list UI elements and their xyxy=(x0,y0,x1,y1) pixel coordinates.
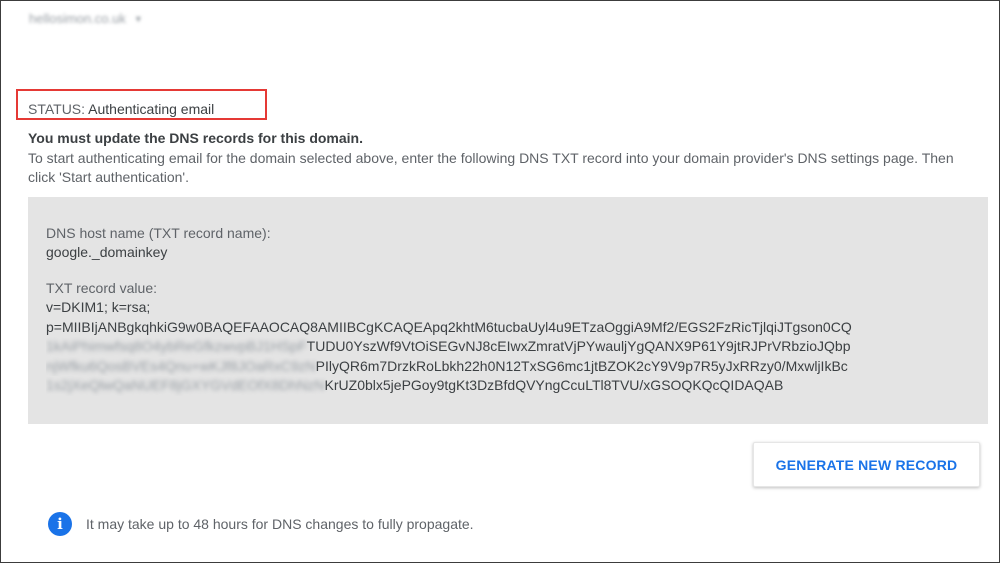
key-segment: TUDU0YszWf9VtOiSEGvNJ8cEIwxZmratVjPYwaul… xyxy=(306,338,851,354)
host-name-label: DNS host name (TXT record name): xyxy=(46,225,271,241)
status-value: Authenticating email xyxy=(88,101,215,117)
txt-record-label: TXT record value: xyxy=(46,280,158,296)
txt-record-value: v=DKIM1; k=rsa; p=MIIBIjANBgkqhkiG9w0BAQ… xyxy=(46,298,976,396)
host-name-value: google._domainkey xyxy=(46,244,168,260)
txt-line-4: njWfku6QosBVEs4Qnu+wKJf8JOaRxC9zNPIlyQR6… xyxy=(46,357,976,377)
redacted-key-segment: 1s2jXeQlwQaNUEF8jGXYGVdEOfX8DhNzN xyxy=(46,377,325,393)
status-line: STATUS: Authenticating email xyxy=(28,101,214,117)
propagation-info: i It may take up to 48 hours for DNS cha… xyxy=(48,512,474,536)
dkim-settings-panel: hellosimon.co.uk ▼ STATUS: Authenticatin… xyxy=(0,0,1000,563)
txt-line-2: p=MIIBIjANBgkqhkiG9w0BAQEFAAOCAQ8AMIIBCg… xyxy=(46,318,852,335)
txt-line-3: 1kAiPhimwfsq8O4ybReGfkzwvpBJ1HSpFTUDU0Ys… xyxy=(46,337,976,357)
txt-line-1: v=DKIM1; k=rsa; xyxy=(46,299,151,315)
domain-selector-value: hellosimon.co.uk xyxy=(29,11,126,26)
info-icon: i xyxy=(48,512,72,536)
redacted-key-segment: 1kAiPhimwfsq8O4ybReGfkzwvpBJ1HSpF xyxy=(46,338,307,354)
key-segment: KrUZ0blx5jePGoy9tgKt3DzBfdQVYngCcuLTl8TV… xyxy=(324,377,784,393)
domain-selector[interactable]: hellosimon.co.uk ▼ xyxy=(29,11,143,26)
status-label: STATUS: xyxy=(28,101,86,117)
propagation-info-text: It may take up to 48 hours for DNS chang… xyxy=(86,516,474,532)
generate-new-record-button[interactable]: GENERATE NEW RECORD xyxy=(753,442,980,487)
redacted-key-segment: njWfku6QosBVEs4Qnu+wKJf8JOaRxC9zN xyxy=(46,357,316,374)
key-segment: PIlyQR6m7DrzkRoLbkh22h0N12TxSG6mc1jtBZOK… xyxy=(315,357,848,374)
dns-record-panel: DNS host name (TXT record name): google.… xyxy=(28,197,988,424)
notice-body: To start authenticating email for the do… xyxy=(28,150,954,185)
caret-down-icon: ▼ xyxy=(133,13,143,24)
notice-title: You must update the DNS records for this… xyxy=(28,130,363,146)
txt-line-5: 1s2jXeQlwQaNUEF8jGXYGVdEOfX8DhNzNKrUZ0bl… xyxy=(46,376,976,396)
